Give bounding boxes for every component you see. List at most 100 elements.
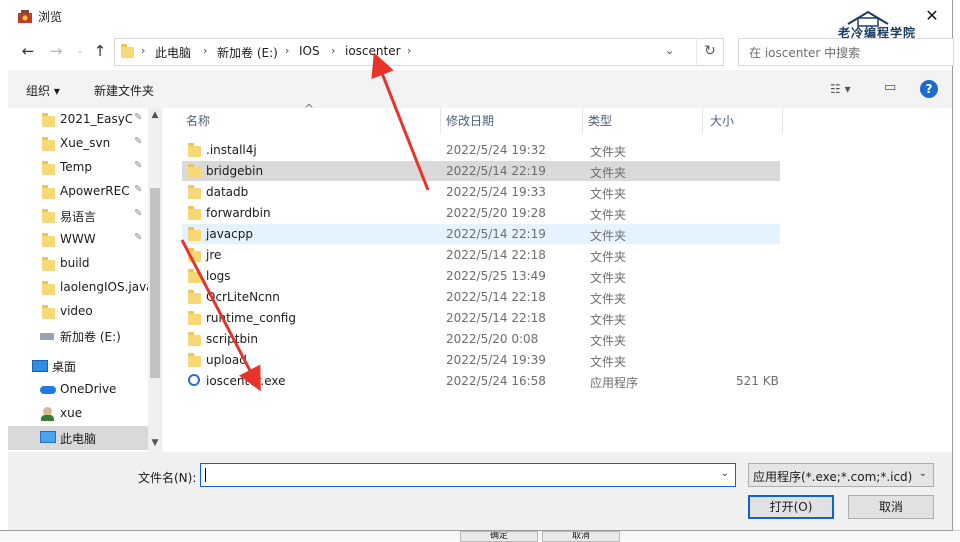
recent-dropdown-icon[interactable]: ⌄ [70, 39, 90, 63]
preview-pane-icon[interactable]: ▭ [884, 80, 896, 95]
sidebar-item[interactable]: build [8, 252, 148, 276]
sidebar-item[interactable]: Xue_svn ✎ [8, 132, 148, 156]
search-input[interactable]: 在 ioscenter 中搜索 [738, 38, 954, 66]
file-row[interactable]: OcrLiteNcnn 2022/5/14 22:18 文件夹 [182, 287, 780, 307]
column-header-name[interactable]: 名称 [186, 112, 210, 129]
forward-button[interactable]: → [46, 39, 66, 63]
chevron-down-icon[interactable]: ⌄ [919, 468, 927, 479]
file-row[interactable]: bridgebin 2022/5/14 22:19 文件夹 [182, 161, 780, 181]
sidebar-item[interactable]: 桌面 [8, 354, 148, 378]
title-bar: 浏览 ✕ [0, 0, 952, 32]
desktop-icon [32, 360, 48, 372]
file-row[interactable]: jre 2022/5/14 22:18 文件夹 [182, 245, 780, 265]
breadcrumb-ioscenter[interactable]: ioscenter [345, 44, 401, 58]
file-date: 2022/5/24 16:58 [446, 374, 546, 388]
file-row-ioscenter-exe[interactable]: ioscenter.exe 2022/5/24 16:58 应用程序 521 K… [182, 371, 780, 391]
scroll-up-icon[interactable]: ▲ [148, 110, 162, 120]
dialog-footer: 文件名(N): ⌄ 应用程序(*.exe;*.com;*.icd) ⌄ 打开(O… [8, 452, 952, 530]
sidebar-item-this-pc[interactable]: 此电脑 [8, 426, 148, 450]
file-date: 2022/5/14 22:18 [446, 290, 546, 304]
folder-icon [188, 290, 201, 304]
back-button[interactable]: ← [18, 39, 38, 63]
sidebar-item[interactable]: Temp ✎ [8, 156, 148, 180]
folder-icon [188, 185, 201, 199]
file-type: 文件夹 [590, 229, 627, 243]
file-list[interactable]: ^ 名称 修改日期 类型 大小 .install4j 2022/5/24 19:… [164, 102, 952, 452]
column-divider[interactable] [440, 108, 441, 134]
breadcrumb-separator[interactable]: › [407, 44, 411, 57]
pin-icon: ✎ [134, 160, 143, 171]
open-button[interactable]: 打开(O) [748, 495, 834, 519]
breadcrumb-separator[interactable]: › [141, 44, 145, 57]
help-icon[interactable]: ? [920, 80, 938, 98]
background-cancel-button[interactable]: 取消 [542, 531, 620, 542]
file-date: 2022/5/14 22:19 [446, 164, 546, 178]
file-name: .install4j [206, 143, 257, 157]
sidebar-item-label: 易语言 [60, 210, 97, 224]
sidebar-item[interactable]: video [8, 300, 148, 324]
sidebar-item[interactable]: xue [8, 402, 148, 426]
sidebar-scrollbar-thumb[interactable] [150, 188, 160, 378]
file-row[interactable]: runtime_config 2022/5/14 22:18 文件夹 [182, 308, 780, 328]
column-divider[interactable] [782, 108, 783, 134]
sidebar-item[interactable]: OneDrive [8, 378, 148, 402]
address-bar[interactable]: › 此电脑 › 新加卷 (E:) › IOS › ioscenter › ⌄ [114, 38, 724, 66]
folder-icon [42, 233, 55, 247]
file-type-filter[interactable]: 应用程序(*.exe;*.com;*.icd) ⌄ [748, 463, 934, 487]
file-type: 文件夹 [590, 250, 627, 264]
breadcrumb-this-pc[interactable]: 此电脑 [155, 44, 191, 61]
filename-input[interactable]: ⌄ [200, 463, 736, 487]
file-row[interactable]: upload 2022/5/24 19:39 文件夹 [182, 350, 780, 370]
cancel-button[interactable]: 取消 [848, 495, 934, 519]
file-type: 文件夹 [590, 313, 627, 327]
file-row[interactable]: .install4j 2022/5/24 19:32 文件夹 [182, 140, 780, 160]
breadcrumb-separator[interactable]: › [203, 44, 207, 57]
breadcrumb-drive-e[interactable]: 新加卷 (E:) [217, 44, 278, 61]
sidebar-item[interactable]: 2021_EasyCl ✎ [8, 108, 148, 132]
scroll-down-icon[interactable]: ▼ [148, 438, 162, 448]
exe-icon [188, 374, 200, 386]
column-divider[interactable] [702, 108, 703, 134]
sidebar-item-label: Xue_svn [60, 136, 111, 150]
column-header-type[interactable]: 类型 [588, 112, 612, 129]
address-dropdown-icon[interactable]: ⌄ [665, 44, 674, 57]
file-name: ioscenter.exe [206, 374, 286, 388]
new-folder-button[interactable]: 新建文件夹 [94, 82, 154, 99]
breadcrumb-separator[interactable]: › [331, 44, 335, 57]
column-header-date[interactable]: 修改日期 [446, 112, 494, 129]
file-row[interactable]: forwardbin 2022/5/20 19:28 文件夹 [182, 203, 780, 223]
file-row[interactable]: logs 2022/5/25 13:49 文件夹 [182, 266, 780, 286]
file-row[interactable]: scriptbin 2022/5/20 0:08 文件夹 [182, 329, 780, 349]
folder-icon [188, 206, 201, 220]
navigation-pane[interactable]: 2021_EasyCl ✎ Xue_svn ✎ Temp ✎ ApowerREC… [8, 108, 162, 452]
file-name: bridgebin [206, 164, 264, 178]
file-name: upload [206, 353, 247, 367]
breadcrumb-separator[interactable]: › [285, 44, 289, 57]
file-type: 文件夹 [590, 208, 627, 222]
pin-icon: ✎ [134, 232, 143, 243]
column-divider[interactable] [582, 108, 583, 134]
sidebar-item-label: ApowerREC [60, 184, 130, 198]
folder-icon [42, 281, 55, 295]
organize-menu[interactable]: 组织 ▾ [26, 82, 60, 99]
file-type: 文件夹 [590, 145, 627, 159]
view-options-icon[interactable]: ☷ ▾ [830, 82, 851, 96]
breadcrumb-ios[interactable]: IOS [299, 44, 320, 58]
sidebar-item[interactable]: laolengIOS.java [8, 276, 148, 300]
sidebar-item[interactable]: 新加卷 (E:) [8, 324, 148, 348]
background-ok-button[interactable]: 确定 [460, 531, 538, 542]
pin-icon: ✎ [134, 184, 143, 195]
sidebar-item[interactable]: 易语言 ✎ [8, 204, 148, 228]
file-row[interactable]: datadb 2022/5/24 19:33 文件夹 [182, 182, 780, 202]
chevron-down-icon[interactable]: ⌄ [721, 468, 729, 479]
folder-icon [188, 143, 201, 157]
folder-icon [42, 257, 55, 271]
file-date: 2022/5/24 19:39 [446, 353, 546, 367]
sidebar-item[interactable]: WWW ✎ [8, 228, 148, 252]
sidebar-item[interactable]: ApowerREC ✎ [8, 180, 148, 204]
file-row[interactable]: javacpp 2022/5/14 22:19 文件夹 [182, 224, 780, 244]
column-header-size[interactable]: 大小 [710, 112, 734, 129]
refresh-button[interactable]: ↻ [696, 38, 723, 66]
pin-icon: ✎ [134, 136, 143, 147]
up-button[interactable]: ↑ [90, 39, 110, 63]
